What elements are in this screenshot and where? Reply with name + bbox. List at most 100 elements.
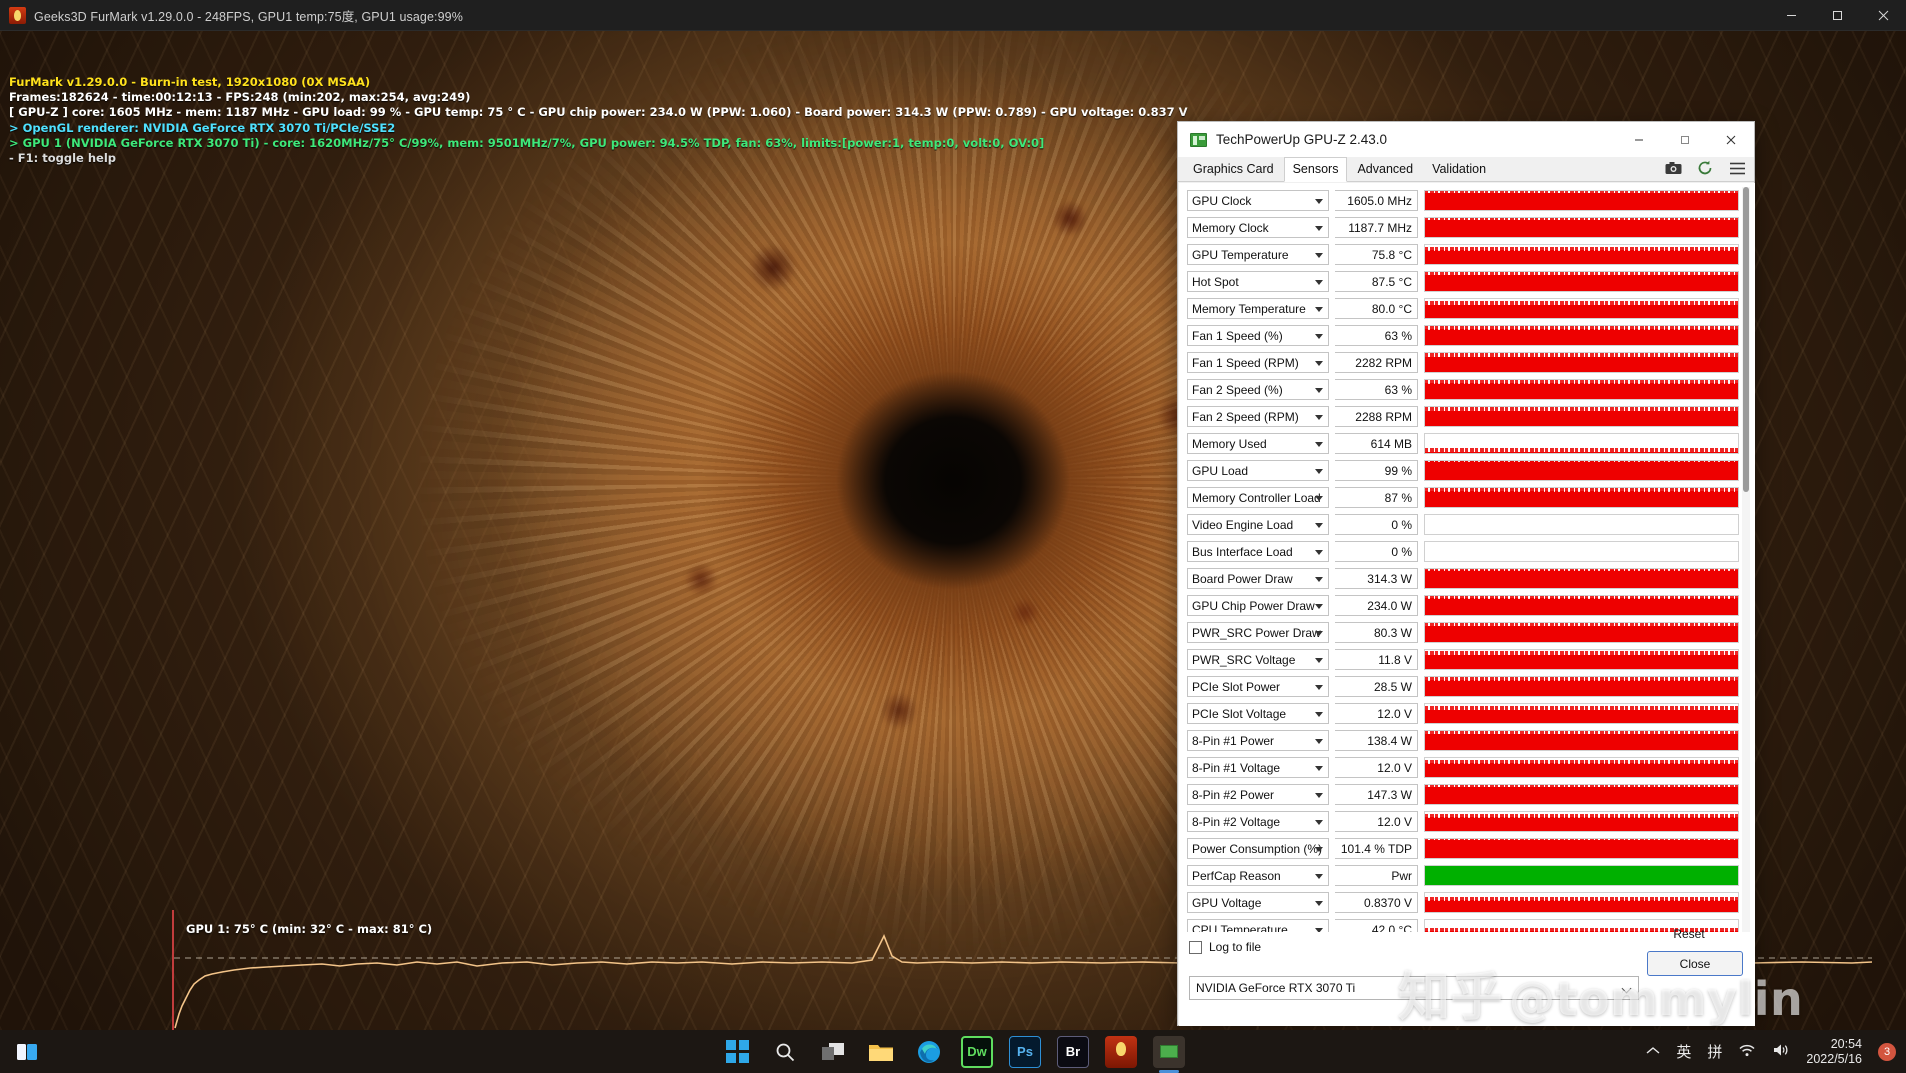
furmark-maximize-button[interactable] [1814,0,1860,31]
sensor-name-dropdown[interactable]: GPU Clock [1187,190,1329,211]
chevron-down-icon[interactable] [1315,279,1323,285]
chevron-down-icon[interactable] [1315,684,1323,690]
scrollbar-thumb[interactable] [1743,187,1749,492]
menu-icon[interactable] [1728,159,1746,177]
sensor-name-dropdown[interactable]: 8-Pin #1 Voltage [1187,757,1329,778]
tab-graphics-card[interactable]: Graphics Card [1184,157,1283,181]
chevron-down-icon[interactable] [1315,846,1323,852]
chevron-down-icon[interactable] [1315,495,1323,501]
chevron-down-icon[interactable] [1315,441,1323,447]
edge-button[interactable] [912,1035,946,1069]
file-explorer-button[interactable] [864,1035,898,1069]
reset-button[interactable]: Reset [1641,921,1737,946]
log-to-file-row[interactable]: Log to file [1189,940,1261,954]
sensor-name-dropdown[interactable]: Memory Controller Load [1187,487,1329,508]
sensor-name-dropdown[interactable]: GPU Temperature [1187,244,1329,265]
refresh-icon[interactable] [1696,159,1714,177]
chevron-down-icon[interactable] [1315,711,1323,717]
sensor-name-dropdown[interactable]: PWR_SRC Power Draw [1187,622,1329,643]
sensor-name-dropdown[interactable]: Fan 2 Speed (%) [1187,379,1329,400]
sensor-name-dropdown[interactable]: PerfCap Reason [1187,865,1329,886]
start-button[interactable] [720,1035,754,1069]
widgets-icon[interactable] [10,1035,44,1069]
chevron-down-icon[interactable] [1315,549,1323,555]
chevron-down-icon[interactable] [1315,333,1323,339]
furmark-button[interactable] [1104,1035,1138,1069]
chevron-down-icon[interactable] [1315,819,1323,825]
chevron-down-icon[interactable] [1315,306,1323,312]
photoshop-button[interactable]: Ps [1008,1035,1042,1069]
volume-icon[interactable] [1772,1043,1790,1060]
gpuz-maximize-button[interactable] [1662,122,1708,157]
sensor-name-dropdown[interactable]: Fan 2 Speed (RPM) [1187,406,1329,427]
sensor-name-dropdown[interactable]: Memory Clock [1187,217,1329,238]
camera-icon[interactable] [1664,159,1682,177]
sensor-name-dropdown[interactable]: CPU Temperature [1187,919,1329,932]
gpu-select-dropdown[interactable]: NVIDIA GeForce RTX 3070 Ti [1189,976,1639,1000]
chevron-down-icon[interactable] [1315,387,1323,393]
chevron-down-icon[interactable] [1315,900,1323,906]
ime-mode-indicator[interactable]: 拼 [1707,1041,1722,1062]
sensor-value: Pwr [1335,865,1418,886]
search-button[interactable] [768,1035,802,1069]
chevron-down-icon[interactable] [1315,522,1323,528]
chevron-down-icon[interactable] [1315,873,1323,879]
sensor-name-dropdown[interactable]: Memory Used [1187,433,1329,454]
furmark-window-buttons [1768,0,1906,31]
gpuz-close-button[interactable] [1708,122,1754,157]
chevron-down-icon[interactable] [1315,468,1323,474]
sensor-name-dropdown[interactable]: Video Engine Load [1187,514,1329,535]
gpuz-titlebar[interactable]: TechPowerUp GPU-Z 2.43.0 [1178,122,1754,157]
sensor-name-dropdown[interactable]: GPU Chip Power Draw [1187,595,1329,616]
sensor-name-dropdown[interactable]: Power Consumption (%) [1187,838,1329,859]
sensor-name-dropdown[interactable]: PWR_SRC Voltage [1187,649,1329,670]
chevron-down-icon[interactable] [1315,630,1323,636]
chevron-down-icon[interactable] [1315,738,1323,744]
wifi-icon[interactable] [1738,1043,1756,1060]
sensor-list-scrollbar[interactable] [1742,187,1750,932]
sensor-name-dropdown[interactable]: 8-Pin #2 Voltage [1187,811,1329,832]
sensor-name-dropdown[interactable]: GPU Voltage [1187,892,1329,913]
ime-language-indicator[interactable]: 英 [1676,1041,1691,1062]
task-view-button[interactable] [816,1035,850,1069]
sensor-name-dropdown[interactable]: Fan 1 Speed (RPM) [1187,352,1329,373]
furmark-minimize-button[interactable] [1768,0,1814,31]
chevron-down-icon[interactable] [1315,927,1323,932]
chevron-down-icon[interactable] [1315,360,1323,366]
dreamweaver-button[interactable]: Dw [960,1035,994,1069]
sensor-name-dropdown[interactable]: PCIe Slot Power [1187,676,1329,697]
clock[interactable]: 20:54 2022/5/16 [1806,1037,1862,1067]
sensor-name-dropdown[interactable]: 8-Pin #2 Power [1187,784,1329,805]
sensor-name-dropdown[interactable]: Hot Spot [1187,271,1329,292]
sensor-name-dropdown[interactable]: Bus Interface Load [1187,541,1329,562]
log-to-file-checkbox[interactable] [1189,940,1202,954]
bridge-button[interactable]: Br [1056,1035,1090,1069]
furmark-close-button[interactable] [1860,0,1906,31]
chevron-down-icon[interactable] [1315,792,1323,798]
chevron-down-icon[interactable] [1315,657,1323,663]
chevron-down-icon[interactable] [1315,225,1323,231]
tab-sensors[interactable]: Sensors [1283,157,1348,182]
sensor-name-dropdown[interactable]: PCIe Slot Voltage [1187,703,1329,724]
chevron-down-icon[interactable] [1315,198,1323,204]
chevron-down-icon[interactable] [1315,603,1323,609]
sensor-name-label: Fan 1 Speed (RPM) [1192,355,1299,370]
tab-advanced[interactable]: Advanced [1348,157,1422,181]
chevron-down-icon[interactable] [1315,576,1323,582]
chevron-down-icon[interactable] [1315,765,1323,771]
close-button[interactable]: Close [1647,951,1743,976]
sensor-name-dropdown[interactable]: Fan 1 Speed (%) [1187,325,1329,346]
tab-validation[interactable]: Validation [1423,157,1495,181]
chevron-up-icon[interactable] [1646,1044,1660,1059]
chevron-down-icon[interactable] [1315,252,1323,258]
sensor-name-dropdown[interactable]: GPU Load [1187,460,1329,481]
sensor-name-dropdown[interactable]: Board Power Draw [1187,568,1329,589]
gpuz-button[interactable] [1152,1035,1186,1073]
notification-badge[interactable]: 3 [1878,1042,1896,1061]
chevron-down-icon[interactable] [1315,414,1323,420]
sensor-name-dropdown[interactable]: 8-Pin #1 Power [1187,730,1329,751]
gpuz-minimize-button[interactable] [1616,122,1662,157]
sensor-name-dropdown[interactable]: Memory Temperature [1187,298,1329,319]
sensor-row: PCIe Slot Power 28.5 W [1187,673,1739,700]
sensor-graph-fill [1425,786,1738,804]
